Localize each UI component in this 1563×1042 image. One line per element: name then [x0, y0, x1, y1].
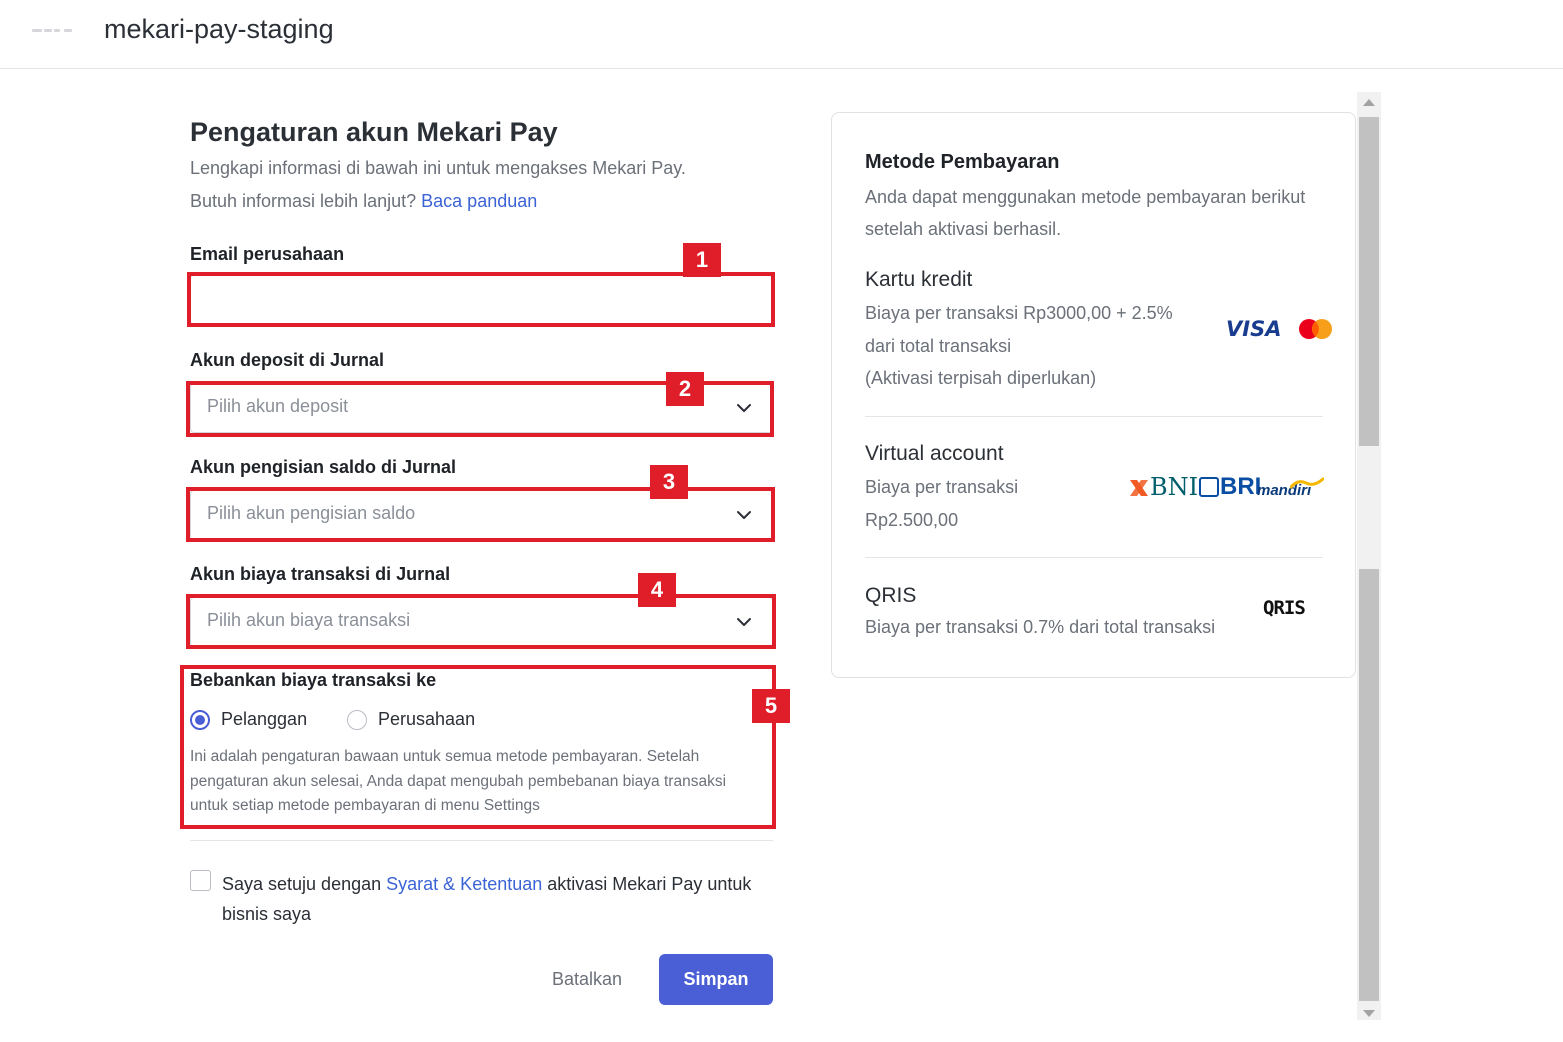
annotation-badge-2: 2 — [666, 372, 704, 406]
deposit-label: Akun deposit di Jurnal — [190, 350, 385, 370]
cancel-button[interactable]: Batalkan — [532, 954, 642, 1004]
page-subtitle: Lengkapi informasi di bawah ini untuk me… — [190, 158, 686, 178]
annotation-badge-1: 1 — [683, 243, 721, 277]
bni-logo: BNI — [1150, 473, 1199, 501]
payment-methods-description: Anda dapat menggunakan metode pembayaran… — [865, 187, 1306, 239]
payment-methods-card: Metode Pembayaran Anda dapat menggunakan… — [831, 112, 1356, 678]
mandiri-wave-icon — [1290, 477, 1324, 489]
credit-card-line2: dari total transaksi — [865, 335, 1012, 356]
guide-link[interactable]: Baca panduan — [421, 191, 537, 211]
payment-methods-title: Metode Pembayaran — [865, 151, 1060, 173]
annotation-box-1 — [187, 272, 775, 327]
terms-link[interactable]: Syarat & Ketentuan — [386, 874, 542, 894]
bri-logo: BRI — [1220, 473, 1262, 500]
qris-fee: Biaya per transaksi 0.7% dari total tran… — [865, 617, 1216, 637]
visa-logo: VISA — [1226, 317, 1282, 341]
help-prefix: Butuh informasi lebih lanjut? — [190, 191, 417, 211]
annotation-badge-4: 4 — [638, 573, 676, 607]
top-bar: mekari-pay-staging — [0, 0, 1563, 69]
annotation-badge-3: 3 — [650, 465, 688, 499]
credit-card-line3: (Aktivasi terpisah diperlukan) — [865, 368, 1097, 388]
page-title: Pengaturan akun Mekari Pay — [190, 117, 558, 147]
qris-logo: QRIS — [1263, 597, 1306, 619]
agree-prefix: Saya setuju dengan — [222, 874, 382, 894]
app-logo — [32, 27, 74, 35]
app-title: mekari-pay-staging — [104, 14, 334, 44]
annotation-badge-5: 5 — [752, 689, 790, 723]
save-button[interactable]: Simpan — [659, 954, 773, 1005]
divider — [190, 840, 773, 841]
scrollbar-thumb-lower[interactable] — [1359, 569, 1379, 1001]
credit-card-fee: Biaya per transaksi Rp3000,00 + 2.5% dar… — [865, 297, 1173, 395]
email-label: Email perusahaan — [190, 244, 345, 264]
scroll-down-icon[interactable] — [1363, 1010, 1375, 1017]
annotation-box-4 — [186, 594, 776, 649]
credit-card-line1: Biaya per transaksi Rp3000,00 + 2.5% — [865, 303, 1173, 323]
scroll-up-icon[interactable] — [1363, 99, 1375, 106]
agree-text: Saya setuju dengan Syarat & Ketentuan ak… — [222, 870, 782, 929]
annotation-box-5 — [180, 665, 776, 829]
virtual-account-line2: Rp2.500,00 — [865, 509, 959, 530]
virtual-account-name: Virtual account — [865, 442, 1004, 465]
virtual-account-fee: Biaya per transaksi Rp2.500,00 — [865, 471, 1018, 536]
bri-mark-icon — [1199, 477, 1219, 497]
divider — [865, 416, 1323, 417]
qris-name: QRIS — [865, 584, 917, 607]
topup-label: Akun pengisian saldo di Jurnal — [190, 457, 457, 477]
help-line: Butuh informasi lebih lanjut? Baca pandu… — [190, 191, 537, 212]
credit-card-name: Kartu kredit — [865, 268, 973, 291]
mastercard-logo — [1299, 319, 1332, 339]
scrollbar-thumb[interactable] — [1359, 117, 1379, 446]
bni-mark-icon — [1130, 480, 1148, 496]
divider — [865, 557, 1323, 558]
agree-checkbox[interactable] — [190, 870, 211, 891]
fee-label: Akun biaya transaksi di Jurnal — [190, 564, 451, 584]
virtual-account-line1: Biaya per transaksi — [865, 477, 1019, 497]
